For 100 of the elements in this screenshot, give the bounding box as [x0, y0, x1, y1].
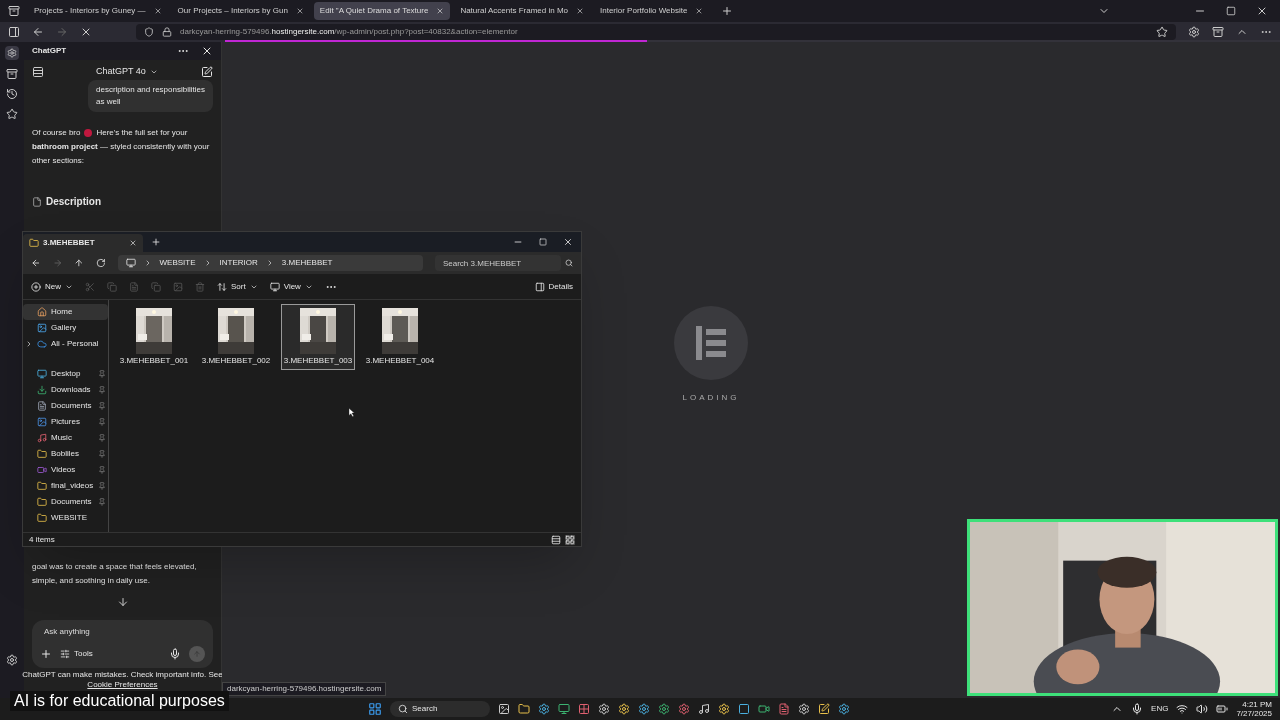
search-field[interactable]: Search 3.MEHEBBET [434, 255, 561, 271]
nav-item[interactable]: Bobliles [23, 446, 108, 462]
settings-icon[interactable] [6, 654, 18, 666]
browser-tab[interactable]: Our Projects – Interiors by Gun [171, 2, 310, 20]
sidebar-menu-icon[interactable] [32, 66, 44, 78]
pin-icon[interactable] [98, 450, 106, 458]
model-selector[interactable]: ChatGPT 4o [96, 65, 201, 79]
app-icon[interactable] [698, 703, 710, 715]
attach-icon[interactable] [40, 648, 52, 660]
battery-icon[interactable] [1216, 703, 1229, 715]
scroll-down-icon[interactable] [116, 596, 129, 608]
tiles-view-icon[interactable] [565, 534, 575, 545]
address-bar[interactable]: WEBSITE INTERIOR 3.MEHEBBET [117, 255, 423, 271]
bookmark-icon[interactable] [1156, 26, 1168, 38]
app-icon[interactable] [798, 703, 810, 715]
app-icon[interactable] [538, 703, 550, 715]
language-indicator[interactable]: ENG [1151, 703, 1169, 715]
refresh-icon[interactable] [95, 258, 106, 268]
new-chat-icon[interactable] [201, 66, 213, 78]
pin-icon[interactable] [98, 402, 106, 410]
new-tab-icon[interactable] [151, 237, 161, 247]
sort-button[interactable]: Sort [217, 280, 258, 293]
close-icon[interactable] [153, 7, 162, 15]
file-item[interactable]: 3.MEHEBBET_001 [117, 304, 191, 370]
explorer-tab[interactable]: 3.MEHEBBET [23, 234, 143, 252]
app-icon[interactable] [558, 703, 570, 715]
app-icon[interactable] [718, 703, 730, 715]
clock-date[interactable]: 7/27/2025 [1236, 709, 1272, 718]
nav-item[interactable]: Ali - Personal [23, 336, 108, 352]
nav-item[interactable]: Gallery [23, 320, 108, 336]
nav-item[interactable]: Pictures [23, 414, 108, 430]
tools-button[interactable]: Tools [60, 648, 93, 660]
close-icon[interactable] [1256, 5, 1268, 17]
app-icon[interactable] [498, 703, 510, 715]
breadcrumb[interactable]: 3.MEHEBBET [281, 257, 333, 269]
nav-item[interactable]: final_videos [23, 478, 108, 494]
app-icon[interactable] [578, 703, 590, 715]
app-icon[interactable] [598, 703, 610, 715]
expand-icon[interactable] [25, 340, 33, 348]
wifi-icon[interactable] [1176, 703, 1189, 715]
up-icon[interactable] [74, 258, 84, 268]
pin-icon[interactable] [98, 418, 106, 426]
stop-icon[interactable] [80, 26, 92, 38]
pin-icon[interactable] [98, 466, 106, 474]
file-item[interactable]: 3.MEHEBBET_003 [281, 304, 355, 370]
close-icon[interactable] [563, 237, 573, 247]
sidebar-toggle-icon[interactable] [8, 26, 20, 38]
pin-icon[interactable] [98, 482, 106, 490]
nav-item[interactable]: Home [23, 304, 108, 320]
pin-icon[interactable] [98, 498, 106, 506]
microphone-icon[interactable] [1131, 703, 1144, 715]
microphone-icon[interactable] [169, 648, 181, 660]
details-button[interactable]: Details [534, 280, 573, 293]
app-icon[interactable] [838, 703, 850, 715]
app-icon[interactable] [518, 703, 530, 715]
nav-item[interactable]: Documents [23, 398, 108, 414]
details-view-icon[interactable] [551, 534, 561, 545]
bookmarks-icon[interactable] [6, 108, 18, 120]
nav-item[interactable]: Downloads [23, 382, 108, 398]
back-icon[interactable] [31, 258, 41, 268]
address-bar[interactable]: darkcyan-herring-579496.hostingersite.com/wp-admin/post.php?post=40832&action=elementor [136, 24, 1176, 40]
nav-item[interactable]: WEBSITE [23, 510, 108, 526]
history-icon[interactable] [6, 88, 18, 100]
app-icon[interactable] [738, 703, 750, 715]
file-item[interactable]: 3.MEHEBBET_004 [363, 304, 437, 370]
nav-item[interactable]: Documents [23, 494, 108, 510]
close-icon[interactable] [295, 7, 304, 15]
app-icon[interactable] [778, 703, 790, 715]
new-button[interactable]: New [31, 280, 73, 293]
new-tab-icon[interactable] [721, 5, 734, 17]
pin-icon[interactable] [98, 386, 106, 394]
back-icon[interactable] [32, 26, 44, 38]
volume-icon[interactable] [1196, 703, 1209, 715]
app-icon[interactable] [818, 703, 830, 715]
close-icon[interactable] [201, 45, 213, 57]
taskbar-search[interactable]: Search [390, 701, 490, 717]
app-icon[interactable] [758, 703, 770, 715]
close-icon[interactable] [129, 239, 137, 247]
nav-item[interactable]: Music [23, 430, 108, 446]
browser-tab[interactable]: Projects - Interiors by Guney — [28, 2, 168, 20]
view-button[interactable]: View [269, 280, 313, 293]
maximize-icon[interactable] [539, 238, 547, 246]
app-icon[interactable] [638, 703, 650, 715]
file-item[interactable]: 3.MEHEBBET_002 [199, 304, 273, 370]
nav-item[interactable]: Desktop [23, 366, 108, 382]
maximize-icon[interactable] [1226, 6, 1236, 16]
app-icon[interactable] [618, 703, 630, 715]
close-icon[interactable] [695, 7, 704, 15]
breadcrumb[interactable]: WEBSITE [159, 257, 196, 269]
shield-icon[interactable] [144, 27, 154, 37]
close-icon[interactable] [576, 7, 584, 15]
pin-icon[interactable] [98, 370, 106, 378]
browser-tab[interactable]: Natural Accents Framed in Mo [454, 2, 590, 20]
breadcrumb[interactable]: INTERIOR [219, 257, 258, 269]
pin-icon[interactable] [98, 434, 106, 442]
clock-time[interactable]: 4:21 PM [1242, 700, 1272, 709]
nav-item[interactable]: Videos [23, 462, 108, 478]
chat-input[interactable]: Ask anything [40, 626, 205, 638]
app-icon[interactable] [658, 703, 670, 715]
start-icon[interactable] [368, 702, 382, 716]
